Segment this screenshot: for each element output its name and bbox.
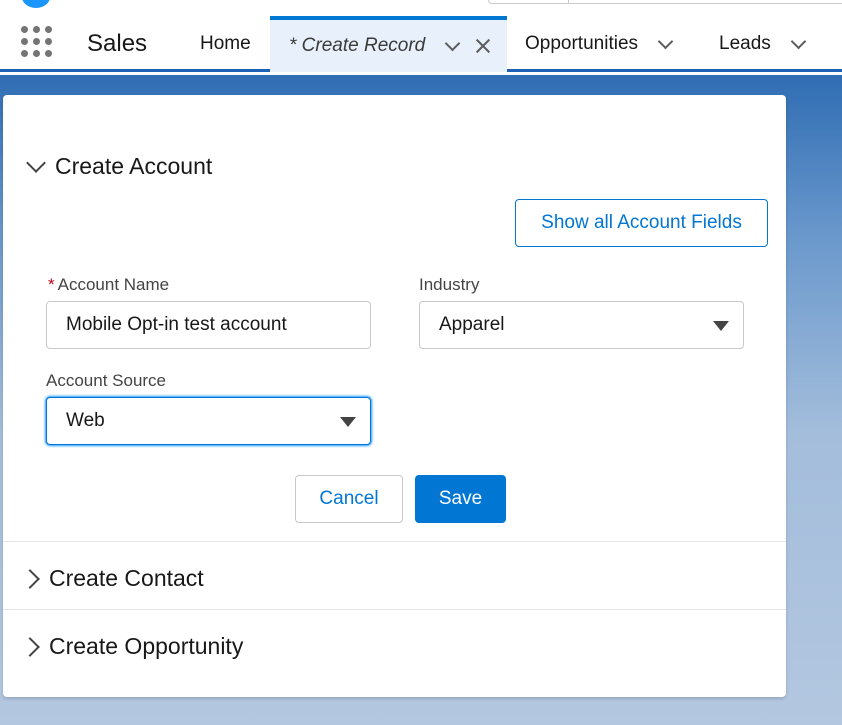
- account-source-select[interactable]: Web: [46, 397, 371, 445]
- industry-select[interactable]: Apparel: [419, 301, 744, 349]
- app-name: Sales: [87, 30, 148, 57]
- nav-tab-opportunities-label: Opportunities: [525, 33, 639, 54]
- nav-tab-leads-label: Leads: [719, 33, 771, 54]
- account-name-value: Mobile Opt-in test account: [66, 314, 287, 335]
- app-launcher-icon[interactable]: [20, 25, 54, 59]
- section-header-create-opportunity[interactable]: Create Opportunity: [3, 613, 786, 680]
- account-name-label: * Account Name: [48, 275, 169, 295]
- account-name-label-text: Account Name: [57, 275, 170, 294]
- section-divider: [3, 541, 786, 542]
- caret-down-icon: [713, 321, 729, 331]
- nav-tab-leads[interactable]: Leads: [719, 16, 807, 72]
- chevron-down-icon: [26, 152, 46, 173]
- section-divider: [3, 609, 786, 610]
- industry-value: Apparel: [439, 314, 505, 335]
- show-all-account-fields-button[interactable]: Show all Account Fields: [515, 199, 768, 247]
- chevron-right-icon: [20, 636, 40, 657]
- nav-tab-create-record[interactable]: * Create Record: [270, 16, 507, 72]
- save-button[interactable]: Save: [415, 475, 506, 523]
- nav-tab-opportunities[interactable]: Opportunities: [525, 16, 674, 72]
- chevron-down-icon[interactable]: [790, 33, 807, 49]
- required-marker: *: [48, 275, 55, 294]
- section-title-opportunity: Create Opportunity: [49, 633, 244, 659]
- section-header-create-account[interactable]: Create Account: [3, 133, 786, 200]
- search-divider: [568, 0, 569, 4]
- section-header-create-contact[interactable]: Create Contact: [3, 545, 786, 612]
- account-name-input[interactable]: Mobile Opt-in test account: [46, 301, 371, 349]
- chevron-down-icon[interactable]: [657, 33, 674, 49]
- cloud-logo-icon: [22, 0, 50, 8]
- close-icon[interactable]: [474, 37, 492, 55]
- global-search-box[interactable]: [488, 0, 842, 4]
- create-record-card: Create Account Show all Account Fields *…: [3, 95, 786, 697]
- app-navigation-bar: Sales Home * Create Record Opportunities…: [0, 16, 842, 72]
- nav-tab-create-record-label: * Create Record: [289, 35, 426, 56]
- cancel-button[interactable]: Cancel: [295, 475, 403, 523]
- account-source-value: Web: [66, 410, 105, 431]
- chevron-down-icon[interactable]: [444, 35, 461, 51]
- industry-label: Industry: [419, 275, 480, 294]
- caret-down-icon: [340, 417, 356, 427]
- account-source-label: Account Source: [46, 371, 167, 390]
- section-title-account: Create Account: [55, 153, 213, 179]
- section-title-contact: Create Contact: [49, 565, 204, 591]
- nav-tab-home[interactable]: Home: [200, 16, 251, 72]
- nav-tab-home-label: Home: [200, 33, 251, 54]
- chevron-right-icon: [20, 568, 40, 589]
- global-header-strip: [0, 0, 842, 16]
